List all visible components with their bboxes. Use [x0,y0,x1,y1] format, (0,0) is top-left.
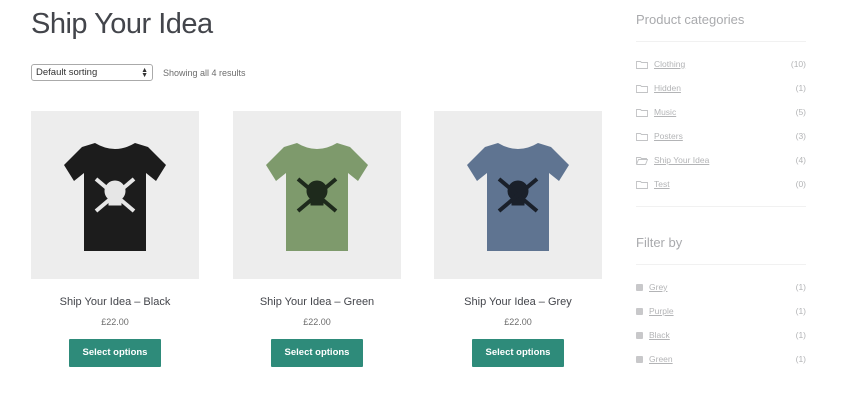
filter-item: Black (1) [636,323,806,347]
category-count: (3) [795,131,806,141]
category-item: Hidden (1) [636,76,806,100]
color-swatch-icon [636,283,643,291]
filter-widget-title: Filter by [636,235,683,250]
sorting-select-value: Default sorting [36,67,98,78]
category-link[interactable]: Hidden [654,83,681,93]
product-card: Ship Your Idea – Grey £22.00 Select opti… [434,111,602,367]
divider [636,41,806,42]
shop-toolbar: Default sorting ▲ ▼ Showing all 4 results [31,64,246,81]
filter-count: (1) [795,330,806,340]
folder-icon [636,60,648,69]
tshirt-icon [64,143,166,251]
divider [636,206,806,207]
category-count: (10) [790,59,806,69]
result-count: Showing all 4 results [163,67,246,78]
category-count: (4) [795,155,806,165]
select-options-button[interactable]: Select options [69,339,161,367]
folder-icon [636,132,648,141]
category-item: Clothing (10) [636,52,806,76]
sorting-select[interactable]: Default sorting ▲ ▼ [31,64,153,81]
page-title: Ship Your Idea [31,8,213,40]
category-count: (5) [795,107,806,117]
product-price: £22.00 [101,317,129,327]
filter-item: Green (1) [636,347,806,371]
filter-link[interactable]: Green [649,354,673,364]
divider [636,264,806,265]
product-image[interactable] [31,111,199,279]
product-title[interactable]: Ship Your Idea – Black [31,296,199,308]
product-image[interactable] [233,111,401,279]
filter-count: (1) [795,306,806,316]
filter-item: Grey (1) [636,275,806,299]
category-item: Music (5) [636,100,806,124]
product-title[interactable]: Ship Your Idea – Grey [434,296,602,308]
product-title[interactable]: Ship Your Idea – Green [233,296,401,308]
category-link[interactable]: Clothing [654,59,685,69]
select-options-button[interactable]: Select options [472,339,564,367]
product-card: Ship Your Idea – Green £22.00 Select opt… [233,111,401,367]
filter-list: Grey (1) Purple (1) Black (1) Green (1) [636,275,806,371]
categories-widget-title: Product categories [636,12,745,27]
folder-icon [636,108,648,117]
category-link[interactable]: Ship Your Idea [654,155,709,165]
product-image[interactable] [434,111,602,279]
folder-icon [636,84,648,93]
sidebar: Product categories Clothing (10) Hidden … [636,12,806,371]
folder-open-icon [636,156,648,165]
color-swatch-icon [636,355,643,363]
category-list: Clothing (10) Hidden (1) Music (5) Poste… [636,52,806,196]
category-item-current: Ship Your Idea (4) [636,148,806,172]
filter-link[interactable]: Purple [649,306,674,316]
color-swatch-icon [636,307,643,315]
filter-link[interactable]: Grey [649,282,667,292]
category-item: Posters (3) [636,124,806,148]
product-price: £22.00 [504,317,532,327]
filter-count: (1) [795,282,806,292]
select-arrows-icon: ▲ ▼ [141,66,148,79]
filter-count: (1) [795,354,806,364]
category-link[interactable]: Posters [654,131,683,141]
select-options-button[interactable]: Select options [271,339,363,367]
tshirt-icon [467,143,569,251]
category-link[interactable]: Music [654,107,676,117]
category-item: Test (0) [636,172,806,196]
category-count: (0) [795,179,806,189]
folder-icon [636,180,648,189]
filter-link[interactable]: Black [649,330,670,340]
color-swatch-icon [636,331,643,339]
category-count: (1) [795,83,806,93]
category-link[interactable]: Test [654,179,670,189]
product-price: £22.00 [303,317,331,327]
product-card: Ship Your Idea – Black £22.00 Select opt… [31,111,199,367]
tshirt-icon [266,143,368,251]
filter-item: Purple (1) [636,299,806,323]
